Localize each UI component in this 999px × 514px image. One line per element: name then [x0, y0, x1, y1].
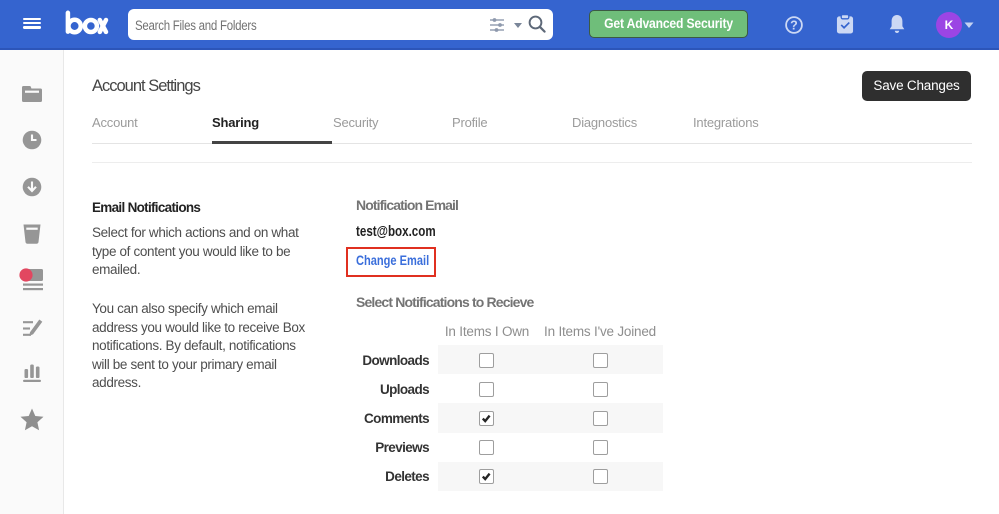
svg-text:?: ? — [790, 19, 798, 33]
